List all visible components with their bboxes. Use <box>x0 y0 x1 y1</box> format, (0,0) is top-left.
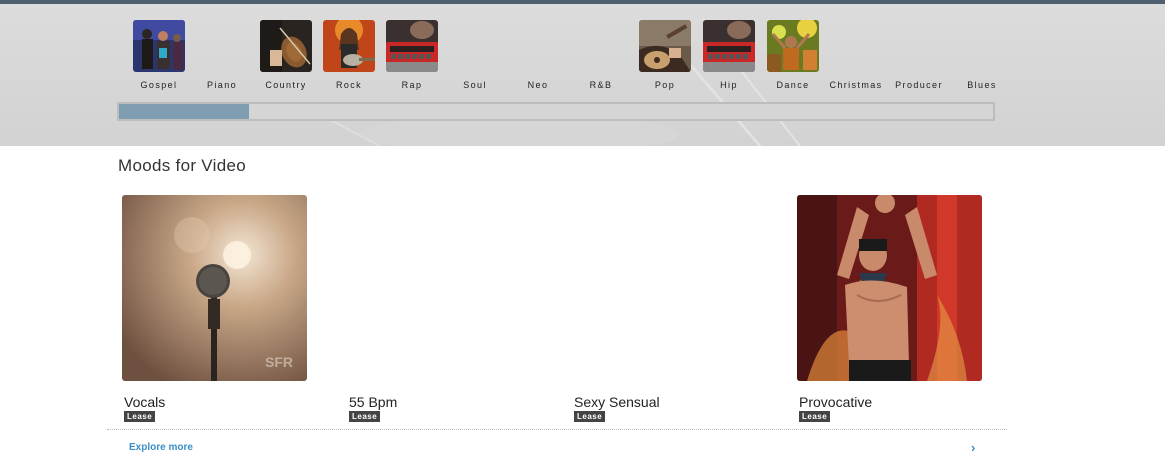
genre-label: Gospel <box>140 80 178 90</box>
explore-more-link[interactable]: Explore more <box>129 442 193 453</box>
mood-card-provocative[interactable]: Provocative Lease <box>797 195 982 422</box>
genre-label: Neo <box>527 80 549 90</box>
genre-label: Hip <box>720 80 738 90</box>
mood-card-vocals[interactable]: SFR Vocals Lease <box>122 195 307 422</box>
genre-carousel: Gospel Piano Country Rock Rap Soul Neo R… <box>0 0 1165 146</box>
section-title: Moods for Video <box>118 156 246 175</box>
rock-guitarist-image <box>323 20 375 72</box>
lease-badge: Lease <box>124 411 156 422</box>
gospel-singers-image <box>133 20 185 72</box>
dance-party-image <box>767 20 819 72</box>
microphone-image: SFR <box>122 195 307 381</box>
genre-item-rap[interactable]: Rap <box>382 20 442 90</box>
card-title: 55 Bpm <box>349 394 398 410</box>
genre-item-rock[interactable]: Rock <box>319 20 379 90</box>
beat-machine-image <box>703 20 755 72</box>
genre-scrollbar[interactable] <box>117 102 995 121</box>
genre-item-country[interactable]: Country <box>256 20 316 90</box>
card-title: Provocative <box>799 394 873 410</box>
genre-label: Rock <box>335 80 363 90</box>
genre-label: Rap <box>401 80 423 90</box>
chevron-right-icon[interactable]: › <box>971 440 975 455</box>
violin-image <box>260 20 312 72</box>
card-title: Sexy Sensual <box>574 394 660 410</box>
lease-badge: Lease <box>349 411 381 422</box>
performer-image <box>797 195 982 381</box>
genre-label: Dance <box>776 80 810 90</box>
genre-label: Piano <box>206 80 238 90</box>
section-divider <box>107 429 1007 430</box>
genre-label: Country <box>265 80 307 90</box>
genre-item-gospel[interactable]: Gospel <box>129 20 189 90</box>
card-title: Vocals <box>124 394 166 410</box>
genre-item-hip[interactable]: Hip <box>699 20 759 90</box>
genre-label: R&B <box>589 80 613 90</box>
genre-scrollbar-thumb[interactable] <box>119 104 249 119</box>
lease-badge: Lease <box>574 411 606 422</box>
genre-item-pop[interactable]: Pop <box>635 20 695 90</box>
genre-item-dance[interactable]: Dance <box>763 20 823 90</box>
beat-machine-image <box>386 20 438 72</box>
genre-label: Christmas <box>829 80 883 90</box>
genre-label: Blues <box>967 80 997 90</box>
lease-badge: Lease <box>799 411 831 422</box>
svg-text:SFR: SFR <box>265 354 293 370</box>
genre-label: Soul <box>463 80 487 90</box>
genre-label: Pop <box>654 80 676 90</box>
genre-label: Producer <box>895 80 943 90</box>
acoustic-guitar-image <box>639 20 691 72</box>
